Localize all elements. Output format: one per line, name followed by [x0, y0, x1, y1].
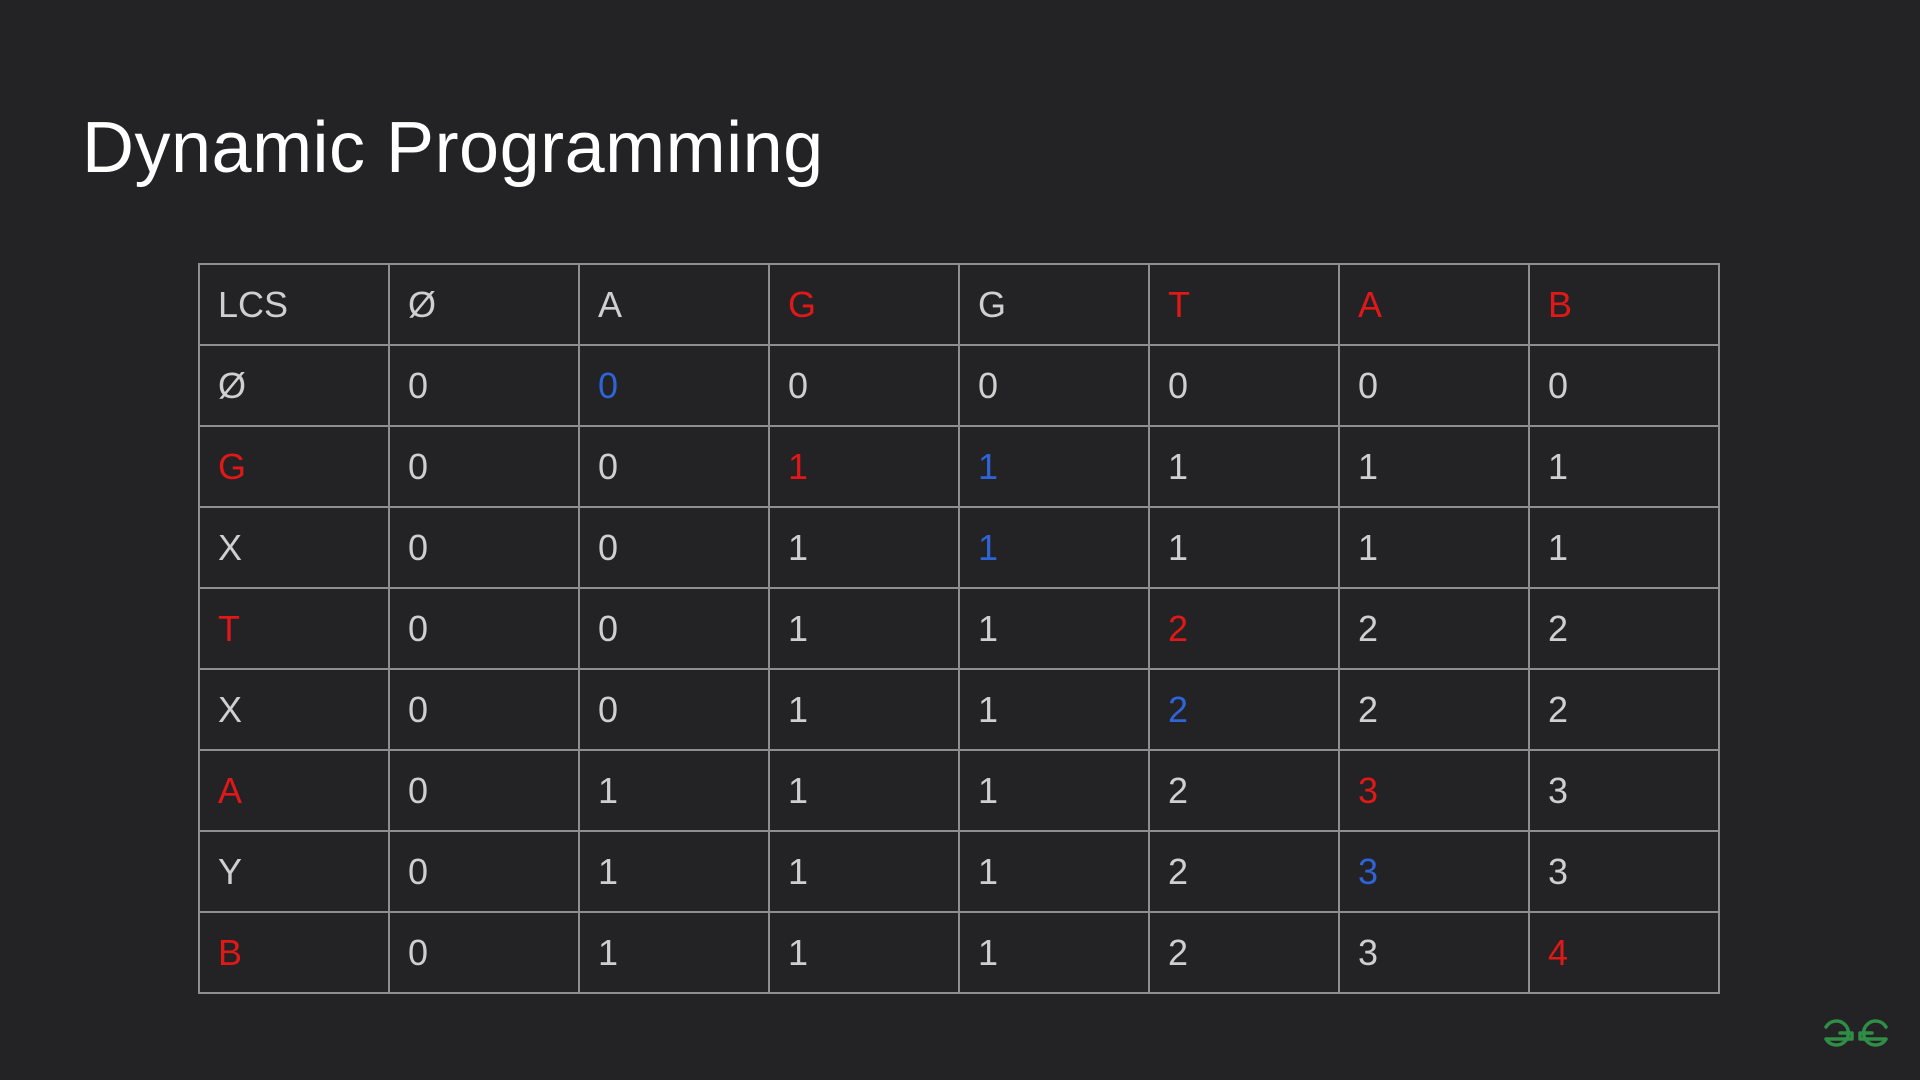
column-header-cell: B — [1528, 263, 1720, 346]
slide: Dynamic Programming LCS Ø A G G T A B Ø 0 0 0 0 0 0 0 G 0… — [0, 0, 1920, 1080]
table-cell: 2 — [1148, 749, 1340, 832]
lcs-table: LCS Ø A G G T A B Ø 0 0 0 0 0 0 0 G 0 0 1 1 1 1 1 X 0 0 1 1 1 1 1 T 0 0 1 1 2… — [198, 263, 1720, 994]
column-header-cell: Ø — [388, 263, 580, 346]
table-cell: 0 — [578, 506, 770, 589]
table-cell: 0 — [388, 425, 580, 508]
table-cell: 3 — [1338, 749, 1530, 832]
table-cell: 3 — [1338, 830, 1530, 913]
table-cell: 1 — [578, 749, 770, 832]
table-cell: 0 — [388, 749, 580, 832]
table-cell: 2 — [1338, 587, 1530, 670]
table-row: X0011222 — [198, 668, 1720, 751]
row-header-cell: A — [198, 749, 390, 832]
table-cell: 1 — [1528, 425, 1720, 508]
column-header-cell: A — [578, 263, 770, 346]
table-cell: 0 — [578, 344, 770, 427]
table-row: B0111234 — [198, 911, 1720, 994]
table-cell: 0 — [1528, 344, 1720, 427]
column-header-cell: G — [958, 263, 1150, 346]
table-cell: 1 — [958, 830, 1150, 913]
table-cell: 3 — [1528, 749, 1720, 832]
table-cell: 0 — [388, 506, 580, 589]
table-cell: 1 — [768, 749, 960, 832]
row-header-cell: T — [198, 587, 390, 670]
row-header-cell: B — [198, 911, 390, 994]
table-header-row: LCS Ø A G G T A B — [198, 263, 1720, 346]
table-cell: 1 — [1338, 506, 1530, 589]
table-cell: 1 — [1338, 425, 1530, 508]
row-header-cell: Y — [198, 830, 390, 913]
table-cell: 2 — [1148, 911, 1340, 994]
column-header-cell: T — [1148, 263, 1340, 346]
table-row: T0011222 — [198, 587, 1720, 670]
table-cell: 1 — [1528, 506, 1720, 589]
table-cell: 1 — [958, 668, 1150, 751]
table-cell: 1 — [958, 506, 1150, 589]
table-cell: 0 — [388, 911, 580, 994]
row-header-cell: X — [198, 668, 390, 751]
table-cell: 3 — [1528, 830, 1720, 913]
table-cell: 0 — [578, 425, 770, 508]
table-row: A0111233 — [198, 749, 1720, 832]
table-cell: 1 — [768, 587, 960, 670]
table-row: X0011111 — [198, 506, 1720, 589]
row-header-cell: Ø — [198, 344, 390, 427]
table-cell: 0 — [388, 344, 580, 427]
table-cell: 1 — [958, 587, 1150, 670]
table-cell: 1 — [768, 506, 960, 589]
table-cell: 1 — [958, 749, 1150, 832]
table-cell: 2 — [1148, 668, 1340, 751]
table-cell: 2 — [1148, 830, 1340, 913]
table-cell: 2 — [1528, 668, 1720, 751]
column-header-cell: A — [1338, 263, 1530, 346]
slide-title: Dynamic Programming — [82, 108, 824, 188]
table-corner-label: LCS — [198, 263, 390, 346]
table-cell: 1 — [768, 830, 960, 913]
table-cell: 1 — [958, 911, 1150, 994]
lcs-table-body: LCS Ø A G G T A B Ø 0 0 0 0 0 0 0 G 0 0 1 1 1 1 1 X 0 0 1 1 1 1 1 T 0 0 1 1 2… — [198, 263, 1720, 994]
table-cell: 1 — [1148, 425, 1340, 508]
table-cell: 1 — [578, 830, 770, 913]
table-cell: 0 — [958, 344, 1150, 427]
table-cell: 1 — [1148, 506, 1340, 589]
table-cell: 0 — [1148, 344, 1340, 427]
table-row: Ø0000000 — [198, 344, 1720, 427]
geeksforgeeks-logo-icon — [1822, 1015, 1890, 1056]
table-cell: 1 — [578, 911, 770, 994]
table-cell: 1 — [768, 668, 960, 751]
row-header-cell: X — [198, 506, 390, 589]
table-cell: 1 — [768, 911, 960, 994]
table-cell: 0 — [388, 587, 580, 670]
table-cell: 0 — [768, 344, 960, 427]
table-cell: 3 — [1338, 911, 1530, 994]
table-row: G0011111 — [198, 425, 1720, 508]
table-row: Y0111233 — [198, 830, 1720, 913]
table-cell: 2 — [1148, 587, 1340, 670]
table-cell: 2 — [1338, 668, 1530, 751]
table-cell: 1 — [958, 425, 1150, 508]
table-cell: 0 — [578, 668, 770, 751]
gfg-logo-svg — [1824, 1019, 1888, 1047]
table-cell: 0 — [388, 668, 580, 751]
table-cell: 0 — [1338, 344, 1530, 427]
table-cell: 0 — [578, 587, 770, 670]
table-cell: 0 — [388, 830, 580, 913]
table-cell: 2 — [1528, 587, 1720, 670]
table-cell: 4 — [1528, 911, 1720, 994]
row-header-cell: G — [198, 425, 390, 508]
column-header-cell: G — [768, 263, 960, 346]
table-cell: 1 — [768, 425, 960, 508]
